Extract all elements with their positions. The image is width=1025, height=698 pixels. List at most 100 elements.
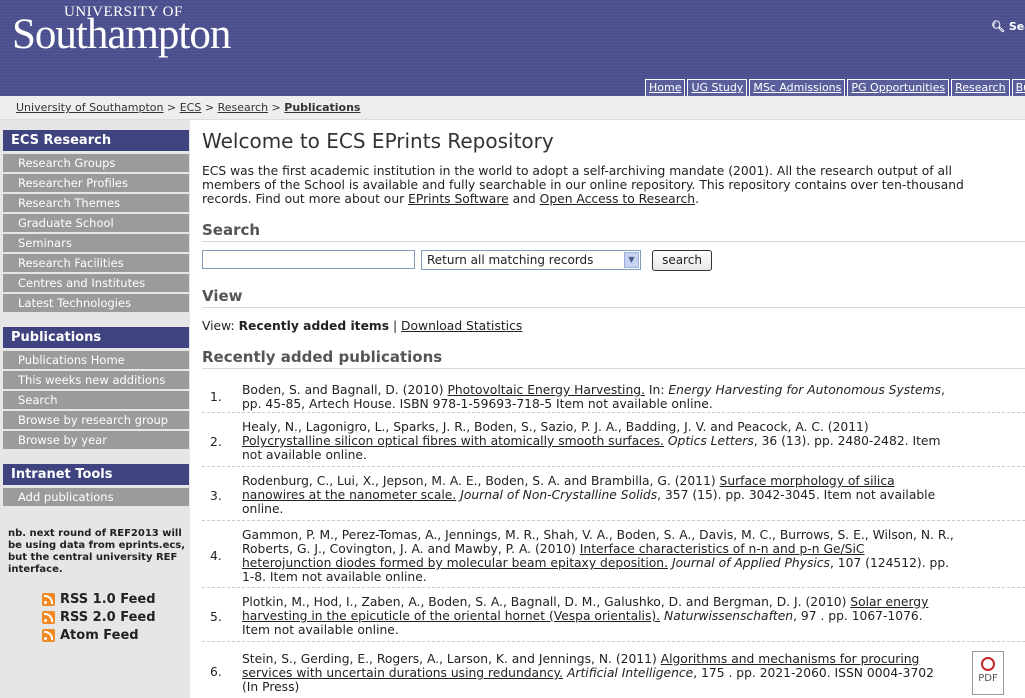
pdf-label: PDF bbox=[978, 673, 998, 684]
sidebar-heading-publications[interactable]: Publications bbox=[3, 327, 189, 348]
breadcrumb-university[interactable]: University of Southampton bbox=[16, 101, 164, 114]
list-item: 6. Stein, S., Gerding, E., Rogers, A., L… bbox=[202, 642, 1025, 698]
list-item: 5. Plotkin, M., Hod, I., Zaben, A., Bode… bbox=[202, 588, 1025, 642]
pub-number: 2. bbox=[210, 435, 222, 449]
sidebar-item-browse-research-group[interactable]: Browse by research group bbox=[3, 411, 189, 430]
sidebar-heading-intranet-tools[interactable]: Intranet Tools bbox=[3, 464, 189, 485]
sidebar-item-research-groups[interactable]: Research Groups bbox=[3, 154, 189, 173]
pub-venue: Journal of Non-Crystalline Solids bbox=[460, 488, 658, 502]
rss-icon bbox=[42, 611, 55, 624]
top-navigation: Home UG Study MSc Admissions PG Opportun… bbox=[645, 79, 1025, 96]
pub-citation: Gammon, P. M., Perez-Tomas, A., Jennings… bbox=[242, 528, 954, 584]
pub-authors: Stein, S., Gerding, E., Rogers, A., Lars… bbox=[242, 652, 661, 666]
view-heading: View bbox=[202, 287, 1025, 308]
pub-citation: Stein, S., Gerding, E., Rogers, A., Lars… bbox=[242, 652, 954, 694]
logo-southampton[interactable]: Southampton bbox=[12, 10, 231, 59]
breadcrumb-current[interactable]: Publications bbox=[284, 101, 360, 114]
sidebar-item-centres-institutes[interactable]: Centres and Institutes bbox=[3, 274, 189, 293]
sidebar-item-new-additions[interactable]: This weeks new additions bbox=[3, 371, 189, 390]
search-icon: 🔍︎ bbox=[991, 20, 1005, 33]
feed-atom-label: Atom Feed bbox=[60, 628, 139, 643]
sidebar-item-search[interactable]: Search bbox=[3, 391, 189, 410]
pdf-icon[interactable]: PDF bbox=[972, 651, 1004, 695]
sidebar-item-latest-technologies[interactable]: Latest Technologies bbox=[3, 294, 189, 313]
sidebar-item-add-publications[interactable]: Add publications bbox=[3, 488, 189, 507]
pub-authors: Plotkin, M., Hod, I., Zaben, A., Boden, … bbox=[242, 595, 851, 609]
breadcrumb-ecs[interactable]: ECS bbox=[180, 101, 202, 114]
view-recent-items: Recently added items bbox=[238, 319, 390, 333]
sidebar-heading-ecs-research[interactable]: ECS Research bbox=[3, 130, 189, 151]
breadcrumb-separator: > bbox=[271, 101, 281, 114]
pub-number: 3. bbox=[210, 489, 222, 503]
match-mode-select[interactable]: Return all matching records ▼ bbox=[421, 250, 641, 270]
topnav-msc-admissions[interactable]: MSc Admissions bbox=[749, 79, 846, 96]
pub-venue: Journal of Applied Physics bbox=[671, 556, 830, 570]
pub-mid: In: bbox=[644, 383, 669, 397]
pub-number: 5. bbox=[210, 610, 222, 624]
sidebar: ECS Research Research Groups Researcher … bbox=[0, 120, 190, 698]
list-item: 2. Healy, N., Lagonigro, L., Sparks, J. … bbox=[202, 413, 1025, 467]
pub-number: 1. bbox=[210, 390, 222, 404]
pub-citation: Rodenburg, C., Lui, X., Jepson, M. A. E.… bbox=[242, 474, 954, 516]
feed-rss2-label: RSS 2.0 Feed bbox=[60, 610, 156, 625]
main-content: Welcome to ECS EPrints Repository ECS wa… bbox=[202, 120, 1025, 698]
topnav-research[interactable]: Research bbox=[951, 79, 1010, 96]
pub-number: 4. bbox=[210, 549, 222, 563]
search-input[interactable] bbox=[202, 250, 415, 269]
open-access-link[interactable]: Open Access to Research bbox=[540, 192, 695, 206]
ref-note: nb. next round of REF2013 will be using … bbox=[8, 528, 186, 575]
sidebar-item-research-facilities[interactable]: Research Facilities bbox=[3, 254, 189, 273]
feed-rss1[interactable]: RSS 1.0 Feed bbox=[42, 592, 156, 607]
eprints-software-link[interactable]: EPrints Software bbox=[408, 192, 509, 206]
feed-rss1-label: RSS 1.0 Feed bbox=[60, 592, 156, 607]
pub-authors: Rodenburg, C., Lui, X., Jepson, M. A. E.… bbox=[242, 474, 720, 488]
pdf-ring-icon bbox=[981, 657, 995, 671]
pub-citation: Boden, S. and Bagnall, D. (2010) Photovo… bbox=[242, 383, 954, 411]
pub-title-link[interactable]: Photovoltaic Energy Harvesting. bbox=[447, 383, 645, 397]
feed-rss2[interactable]: RSS 2.0 Feed bbox=[42, 610, 156, 625]
sidebar-item-research-themes[interactable]: Research Themes bbox=[3, 194, 189, 213]
pub-number: 6. bbox=[210, 665, 222, 679]
topnav-bu[interactable]: Bu bbox=[1011, 79, 1025, 96]
sidebar-item-graduate-school[interactable]: Graduate School bbox=[3, 214, 189, 233]
pub-authors: Boden, S. and Bagnall, D. (2010) bbox=[242, 383, 448, 397]
pub-venue: Artificial Intelligence bbox=[567, 666, 694, 680]
breadcrumb-research[interactable]: Research bbox=[218, 101, 268, 114]
sidebar-item-publications-home[interactable]: Publications Home bbox=[3, 351, 189, 370]
pub-authors: Healy, N., Lagonigro, L., Sparks, J. R.,… bbox=[242, 420, 869, 434]
pub-venue: Optics Letters bbox=[667, 434, 754, 448]
topnav-ug-study[interactable]: UG Study bbox=[687, 79, 748, 96]
header-search-link[interactable]: 🔍︎ Sea bbox=[991, 20, 1025, 33]
topnav-home[interactable]: Home bbox=[645, 79, 686, 96]
search-button[interactable]: search bbox=[652, 250, 712, 271]
view-prefix: View: bbox=[202, 319, 239, 333]
download-statistics-link[interactable]: Download Statistics bbox=[401, 319, 522, 333]
feed-atom[interactable]: Atom Feed bbox=[42, 628, 139, 643]
view-separator: | bbox=[389, 319, 402, 333]
pub-citation: Plotkin, M., Hod, I., Zaben, A., Boden, … bbox=[242, 595, 954, 637]
pub-venue: Naturwissenschaften bbox=[664, 609, 794, 623]
header-search-label: Sea bbox=[1008, 20, 1025, 33]
page-title: Welcome to ECS EPrints Repository bbox=[202, 129, 554, 153]
sidebar-item-researcher-profiles[interactable]: Researcher Profiles bbox=[3, 174, 189, 193]
list-item: 3. Rodenburg, C., Lui, X., Jepson, M. A.… bbox=[202, 467, 1025, 521]
recent-publications-heading: Recently added publications bbox=[202, 348, 1025, 369]
rss-icon bbox=[42, 629, 55, 642]
sidebar-item-browse-year[interactable]: Browse by year bbox=[3, 431, 189, 450]
pub-citation: Healy, N., Lagonigro, L., Sparks, J. R.,… bbox=[242, 420, 954, 462]
chevron-down-icon[interactable]: ▼ bbox=[624, 252, 639, 268]
search-heading: Search bbox=[202, 221, 1025, 242]
list-item: 1. Boden, S. and Bagnall, D. (2010) Phot… bbox=[202, 376, 1025, 413]
breadcrumb: University of Southampton > ECS > Resear… bbox=[16, 101, 360, 114]
match-mode-selected: Return all matching records bbox=[427, 253, 594, 267]
pub-venue: Energy Harvesting for Autonomous Systems bbox=[668, 383, 941, 397]
intro-and: and bbox=[508, 192, 540, 206]
breadcrumb-bar: University of Southampton > ECS > Resear… bbox=[0, 96, 1025, 120]
rss-icon bbox=[42, 593, 55, 606]
list-item: 4. Gammon, P. M., Perez-Tomas, A., Jenni… bbox=[202, 521, 1025, 588]
sidebar-item-seminars[interactable]: Seminars bbox=[3, 234, 189, 253]
topnav-pg-opportunities[interactable]: PG Opportunities bbox=[847, 79, 950, 96]
intro-paragraph: ECS was the first academic institution i… bbox=[202, 164, 1002, 206]
pub-title-link[interactable]: Polycrystalline silicon optical fibres w… bbox=[242, 434, 664, 448]
breadcrumb-separator: > bbox=[167, 101, 177, 114]
